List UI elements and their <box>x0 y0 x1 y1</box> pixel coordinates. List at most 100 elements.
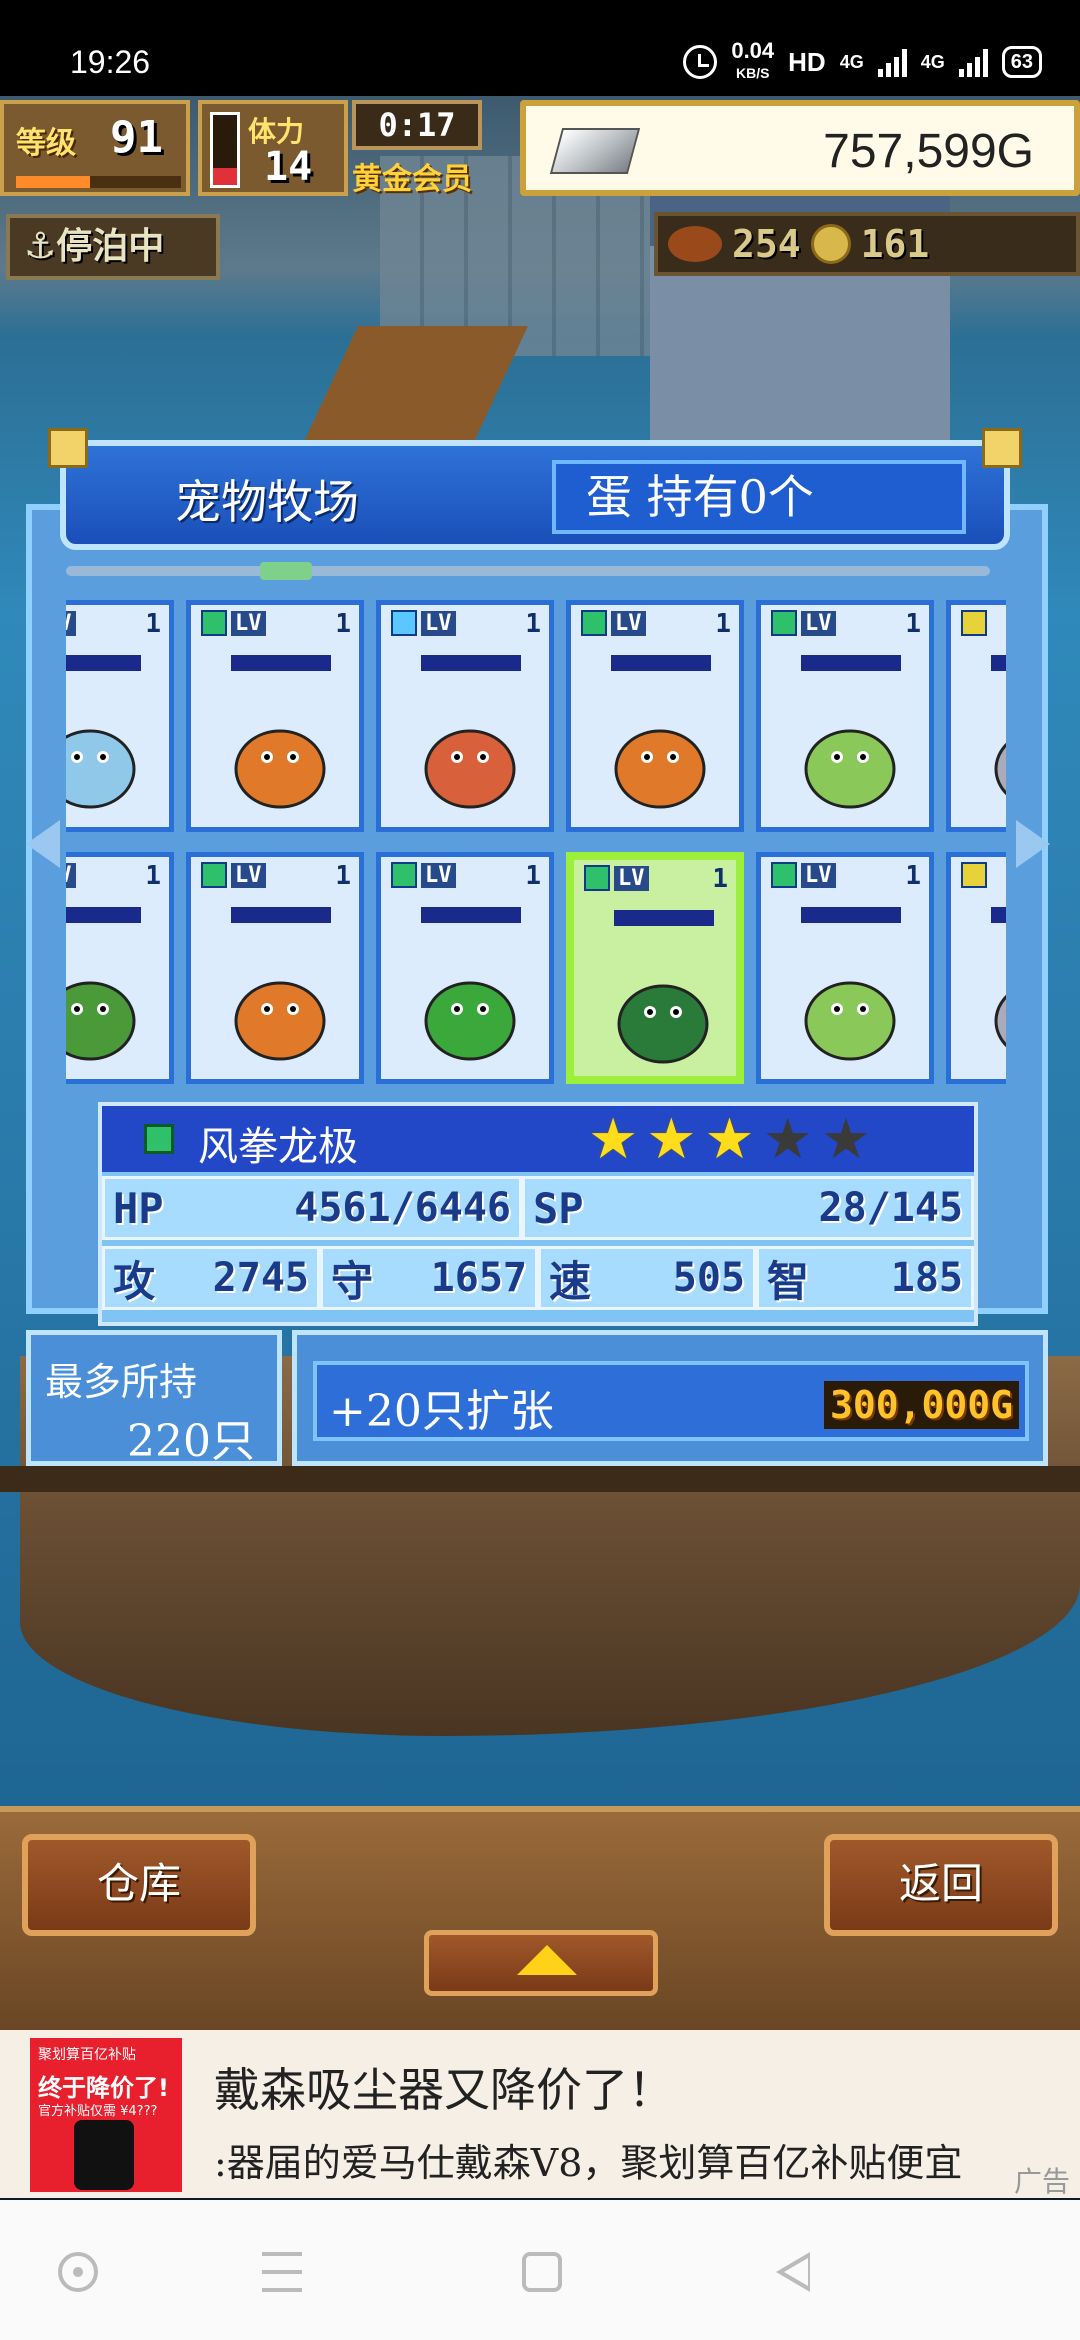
pet-level-label: LV <box>66 610 76 636</box>
menu-icon[interactable] <box>262 2252 302 2292</box>
hd-label: HD <box>788 46 826 77</box>
def-value: 1657 <box>430 1255 527 1301</box>
corner-ornament-tr <box>982 428 1022 468</box>
pet-card-header: LV <box>761 857 929 893</box>
food-count: 254 <box>732 222 801 266</box>
signal-icon <box>877 47 907 77</box>
timer-box: 0:17 黄金会员 <box>352 100 492 198</box>
ad-image-headline: 终于降价了! <box>38 2074 169 2102</box>
pet-card[interactable]: LV 1 <box>186 600 364 832</box>
pet-level-label: LV <box>421 610 456 636</box>
stat-row-hp-sp: HP 4561/6446 SP 28/145 <box>102 1176 974 1240</box>
anchored-label: 停泊中 <box>56 226 165 267</box>
panel-title: 宠物牧场 <box>175 475 359 529</box>
pet-hp-bar <box>801 907 901 923</box>
def-cell: 守 1657 <box>320 1246 538 1310</box>
sp-value: 28/145 <box>818 1185 964 1231</box>
hp-label: HP <box>113 1183 164 1233</box>
pet-rarity-stars: ★ ★ ★ ★ ★ <box>588 1112 871 1168</box>
pet-hp-bar <box>231 655 331 671</box>
pet-card-grid: LV 1 LV 1 LV 1 LV 1 LV 1 LV 1 LV 1 LV 1 LV 1 LV 1 <box>66 600 1006 1088</box>
element-icon <box>771 610 797 636</box>
egg-count-button[interactable]: 蛋 持有0个 <box>552 460 966 534</box>
spd-label: 速 <box>549 1256 592 1306</box>
pet-card-header <box>951 605 1006 641</box>
pet-list-scroll-thumb[interactable] <box>260 562 312 580</box>
medal-count: 161 <box>860 222 930 266</box>
pet-card[interactable]: LV 1 <box>566 852 744 1084</box>
pet-level-value: 1 <box>525 609 541 639</box>
expand-menu-button[interactable] <box>424 1930 658 1996</box>
expand-cost: 300,000G <box>823 1381 1019 1429</box>
pet-card[interactable]: LV 1 <box>66 852 174 1084</box>
pet-card[interactable]: LV 1 <box>756 600 934 832</box>
star-empty-icon: ★ <box>820 1107 872 1172</box>
membership-label[interactable]: 黄金会员 <box>352 154 492 198</box>
pet-level-value: 1 <box>715 609 731 639</box>
page-left-arrow[interactable] <box>26 820 60 868</box>
star-filled-icon: ★ <box>704 1107 755 1172</box>
pet-list-scrollbar[interactable] <box>66 566 990 576</box>
orange-bird-pet <box>221 947 339 1065</box>
system-nav-bar <box>0 2200 1080 2340</box>
clock: 19:26 <box>70 44 151 80</box>
pet-level-value: 1 <box>525 861 541 891</box>
stamina-timer: 0:17 <box>352 100 482 150</box>
pet-level-value: 1 <box>905 609 921 639</box>
sp-label: SP <box>533 1183 584 1233</box>
pet-level-value: 1 <box>335 861 351 891</box>
element-icon <box>961 862 987 888</box>
ad-banner[interactable]: 聚划算百亿补贴 终于降价了! 官方补贴仅需 ¥4??? 戴森吸尘器又降价了！ :… <box>0 2030 1080 2198</box>
pet-card[interactable] <box>946 600 1006 832</box>
alarm-icon <box>683 45 718 79</box>
pet-card[interactable]: LV 1 <box>66 600 174 832</box>
int-label: 智 <box>767 1256 810 1306</box>
pet-card[interactable]: LV 1 <box>376 600 554 832</box>
phone-icon <box>74 2120 134 2190</box>
element-icon <box>771 862 797 888</box>
ad-image[interactable]: 聚划算百亿补贴 终于降价了! 官方补贴仅需 ¥4??? <box>30 2038 182 2192</box>
pet-card[interactable] <box>946 852 1006 1084</box>
home-icon[interactable] <box>522 2252 562 2292</box>
ad-subtitle[interactable]: :器届的爱马仕戴森V8，聚划算百亿补贴便宜 <box>214 2132 1074 2187</box>
stamina-badge: 体力 14 <box>198 100 348 196</box>
pet-card[interactable]: LV 1 <box>566 600 744 832</box>
back-button[interactable]: 返回 <box>824 1834 1058 1936</box>
pet-level-label: LV <box>231 610 266 636</box>
broccoli-pet <box>411 947 529 1065</box>
capacity-label: 最多所持 <box>45 1360 198 1404</box>
anchor-icon: ⚓ <box>24 226 57 267</box>
assistant-icon[interactable] <box>58 2252 98 2292</box>
pet-hp-bar <box>801 655 901 671</box>
battery-icon: 63 <box>1001 46 1042 78</box>
level-value: 91 <box>110 112 163 163</box>
network-speed: 0.04 KB/S <box>731 40 774 84</box>
pet-card[interactable]: LV 1 <box>376 852 554 1084</box>
pet-hp-bar <box>991 907 1006 923</box>
pet-level-label: LV <box>614 865 649 891</box>
expand-capacity-button[interactable]: +20只扩张 300,000G <box>313 1361 1029 1441</box>
sp-cell: SP 28/145 <box>522 1176 974 1240</box>
signal-4g-label-2: 4G <box>920 51 945 72</box>
int-value: 185 <box>890 1255 963 1301</box>
star-filled-icon: ★ <box>588 1107 639 1172</box>
pet-level-label: LV <box>611 610 646 636</box>
back-icon[interactable] <box>776 2252 810 2292</box>
wind-dragon-pet <box>604 950 722 1068</box>
ad-tag: 广告 <box>1013 2165 1070 2198</box>
pet-level-label: LV <box>801 862 836 888</box>
expand-box: +20只扩张 300,000G <box>292 1330 1048 1466</box>
gold-display[interactable]: 757,599G <box>520 100 1080 196</box>
pet-card[interactable]: LV 1 <box>756 852 934 1084</box>
ad-title[interactable]: 戴森吸尘器又降价了！ <box>214 2054 674 2120</box>
star-empty-icon: ★ <box>762 1107 813 1172</box>
page-right-arrow[interactable] <box>1016 820 1050 868</box>
warehouse-button[interactable]: 仓库 <box>22 1834 256 1936</box>
pet-card-header: LV <box>761 605 929 641</box>
pet-level-value: 1 <box>145 609 161 639</box>
pet-card[interactable]: LV 1 <box>186 852 364 1084</box>
pet-level-value: 1 <box>712 864 728 894</box>
pet-hp-bar <box>66 655 141 671</box>
net-speed-value: 0.04 <box>731 38 775 63</box>
pet-card-header: LV <box>191 605 359 641</box>
